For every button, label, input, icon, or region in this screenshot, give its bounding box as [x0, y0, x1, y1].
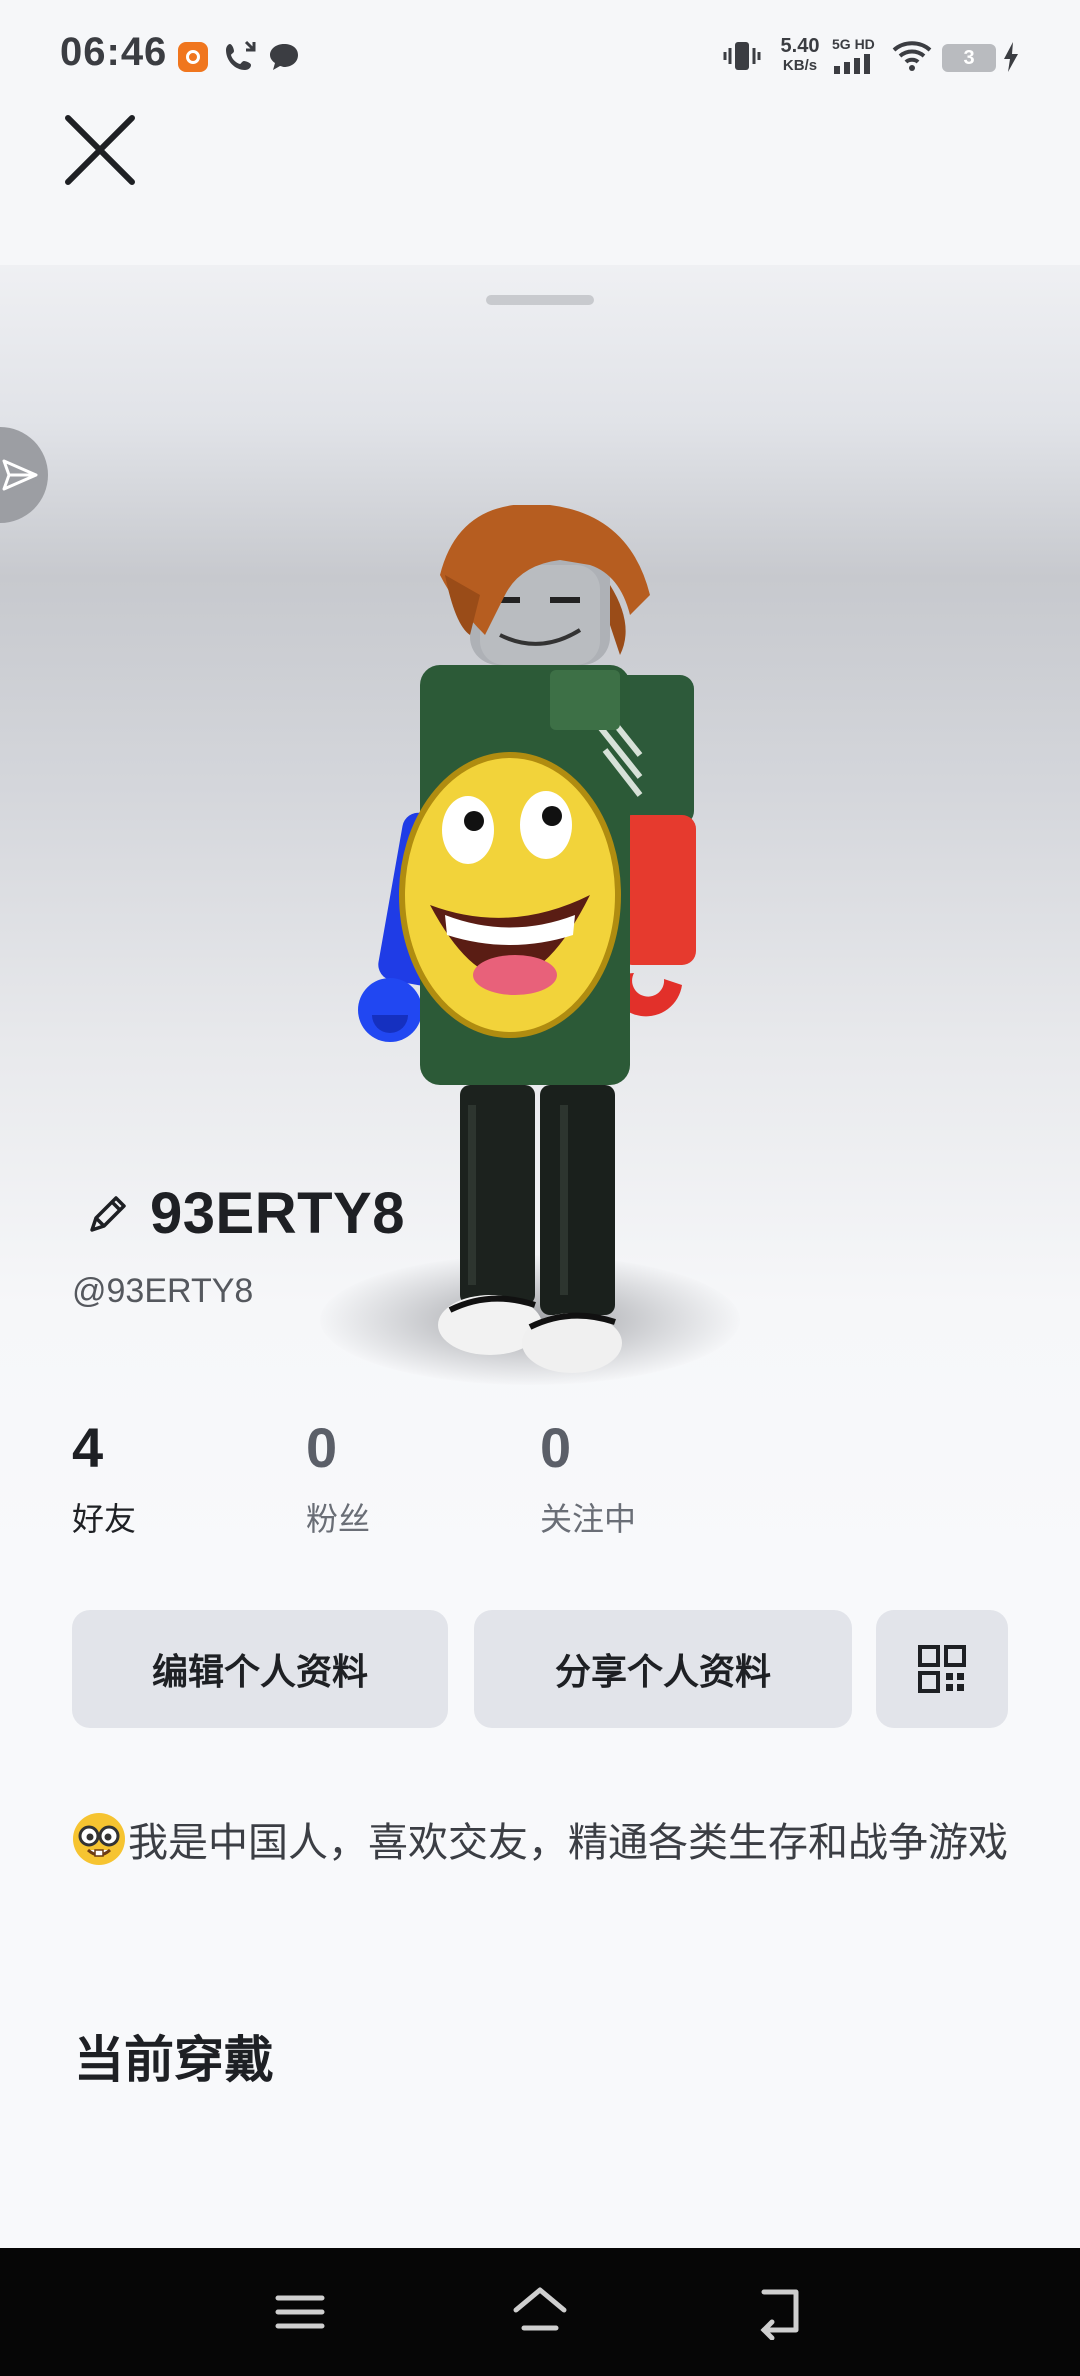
- followers-count: 0: [306, 1416, 338, 1479]
- display-name-row: 93ERTY8: [86, 1178, 405, 1248]
- friends-label: 好友: [72, 1501, 137, 1537]
- recent-apps-button[interactable]: [270, 2284, 330, 2340]
- nerd-face-emoji-icon: [73, 1813, 125, 1865]
- network-speed-value: 5.40: [780, 35, 820, 57]
- share-profile-button[interactable]: 分享个人资料: [474, 1610, 852, 1728]
- wifi-icon: [892, 41, 932, 71]
- paper-plane-icon: [2, 459, 38, 491]
- system-nav-bar: [0, 2248, 1080, 2376]
- drag-handle[interactable]: [486, 295, 594, 305]
- chat-bubble-icon: [270, 44, 298, 70]
- top-bar: [0, 110, 1080, 265]
- back-button[interactable]: [750, 2284, 810, 2341]
- signal-bars-icon: [834, 54, 870, 74]
- signal-label: 5G HD: [832, 36, 875, 52]
- cell-signal: 5G HD: [830, 36, 880, 76]
- battery-indicator: 3: [942, 44, 996, 72]
- stat-following[interactable]: 0 关注中: [540, 1420, 636, 1540]
- status-time: 06:46: [60, 30, 168, 74]
- avatar-viewer[interactable]: [0, 265, 1080, 1565]
- profile-page: 06:46 5.40 KB/s 5G HD 3 93ERTY8 @93ERTY8…: [0, 0, 1080, 2376]
- close-icon: [65, 115, 135, 185]
- pencil-icon[interactable]: [86, 1190, 132, 1236]
- friends-count: 4: [72, 1416, 104, 1479]
- status-bar: 06:46 5.40 KB/s 5G HD 3: [0, 0, 1080, 110]
- stat-friends[interactable]: 4 好友: [72, 1420, 136, 1540]
- vibrate-icon: [723, 42, 761, 70]
- qr-code-icon: [918, 1645, 966, 1693]
- display-name: 93ERTY8: [150, 1180, 405, 1246]
- followers-label: 粉丝: [306, 1501, 371, 1537]
- back-icon: [760, 2289, 799, 2341]
- menu-icon: [275, 2295, 325, 2329]
- home-icon: [513, 2287, 567, 2331]
- home-button[interactable]: [510, 2284, 570, 2340]
- bio-text: 我是中国人，喜欢交友，精通各类生存和战争游戏: [128, 1821, 1008, 1865]
- qr-code-button[interactable]: [876, 1610, 1008, 1728]
- edit-profile-button[interactable]: 编辑个人资料: [72, 1610, 448, 1728]
- missed-call-icon: [226, 40, 256, 70]
- network-speed: 5.40 KB/s: [772, 36, 828, 73]
- current-outfit-title: 当前穿戴: [74, 2032, 274, 2088]
- network-speed-unit: KB/s: [782, 57, 818, 74]
- share-avatar-button[interactable]: [0, 427, 48, 523]
- following-count: 0: [540, 1416, 572, 1479]
- close-button[interactable]: [60, 110, 140, 190]
- stat-followers[interactable]: 0 粉丝: [306, 1420, 370, 1540]
- username: @93ERTY8: [72, 1272, 254, 1310]
- charging-icon: [1004, 42, 1018, 72]
- avatar-3d-figure: [358, 505, 696, 1373]
- following-label: 关注中: [540, 1501, 637, 1537]
- bio-text-block: 我是中国人，喜欢交友，精通各类生存和战争游戏: [72, 1812, 1012, 1873]
- app-notification-icon: [178, 42, 208, 72]
